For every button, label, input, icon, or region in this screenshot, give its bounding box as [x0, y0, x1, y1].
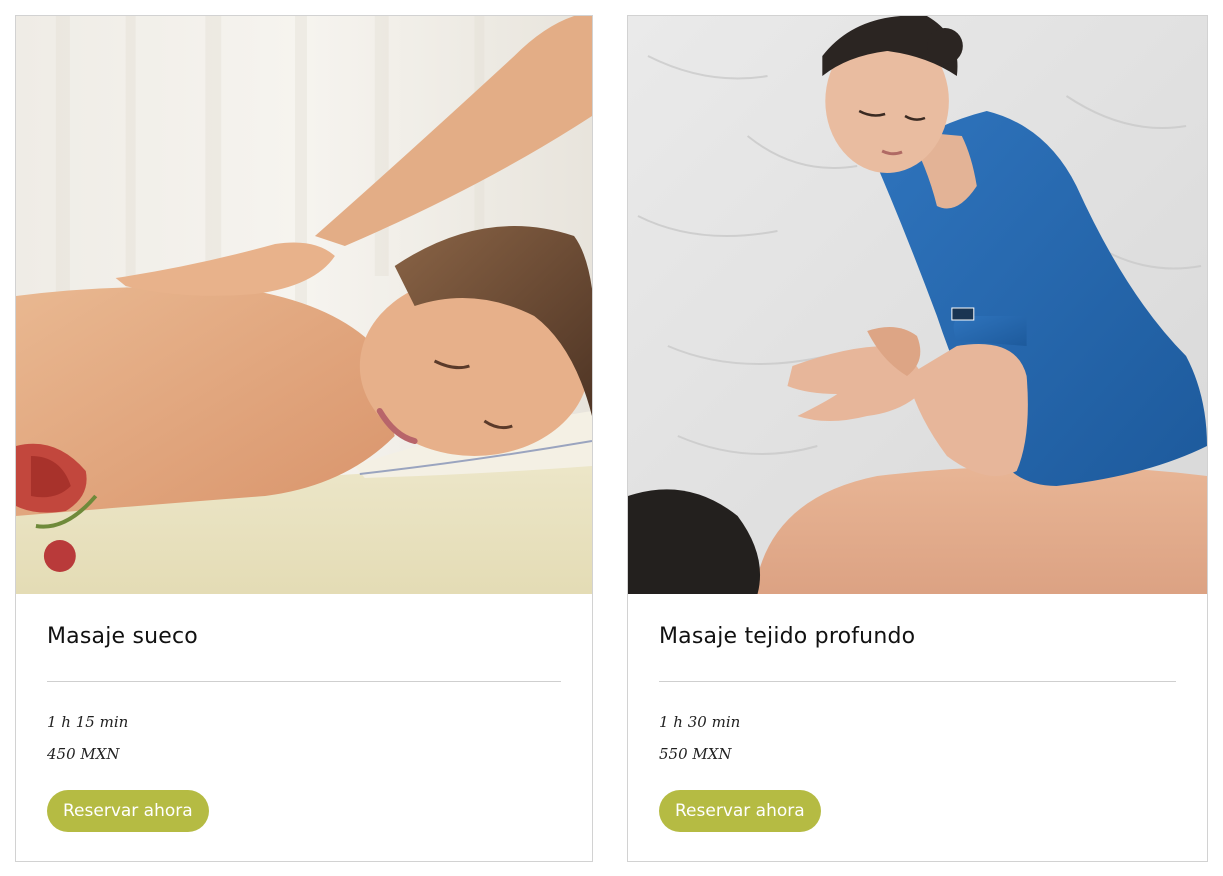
service-price: 550 MXN	[659, 745, 732, 763]
book-now-button[interactable]: Reservar ahora	[47, 790, 209, 832]
divider	[47, 681, 561, 682]
service-duration: 1 h 15 min	[47, 713, 129, 731]
service-duration: 1 h 30 min	[659, 713, 741, 731]
service-title: Masaje sueco	[47, 624, 198, 649]
deep-tissue-massage-image	[628, 16, 1207, 594]
service-title: Masaje tejido profundo	[659, 624, 916, 649]
swedish-massage-image	[16, 16, 592, 594]
service-card-swedish: Masaje sueco 1 h 15 min 450 MXN Reservar…	[15, 15, 593, 862]
service-price: 450 MXN	[47, 745, 120, 763]
service-card-deep-tissue: Masaje tejido profundo 1 h 30 min 550 MX…	[627, 15, 1208, 862]
divider	[659, 681, 1176, 682]
book-now-button[interactable]: Reservar ahora	[659, 790, 821, 832]
